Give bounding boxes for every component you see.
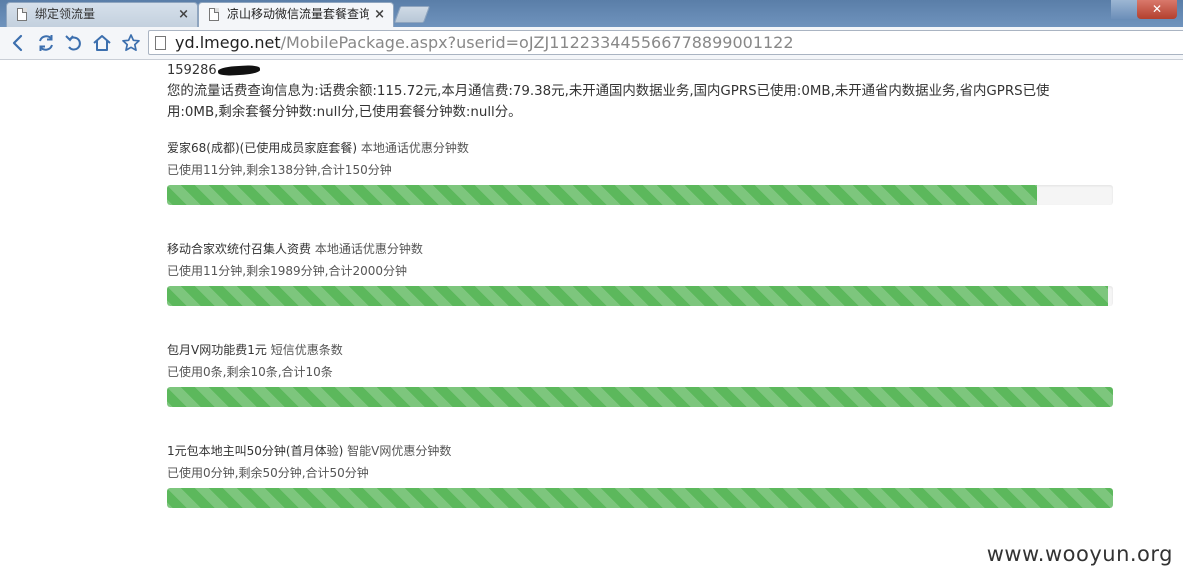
- package-type: 本地通话优惠分钟数: [360, 141, 469, 155]
- usage-progress-bar: [167, 387, 1113, 407]
- tab-title: 凉山移动微信流量套餐查询: [227, 7, 369, 21]
- redaction-mark: [217, 64, 260, 77]
- package-title: 爱家68(成都)(已使用成员家庭套餐) 本地通话优惠分钟数: [167, 139, 1113, 157]
- package-item: 1元包本地主叫50分钟(首月体验) 智能V网优惠分钟数 已使用0分钟,剩余50分…: [167, 442, 1113, 508]
- usage-progress-bar: [167, 185, 1113, 205]
- package-usage: 已使用11分钟,剩余138分钟,合计150分钟: [167, 163, 392, 177]
- tab-bind-traffic[interactable]: 绑定领流量 ×: [6, 2, 198, 27]
- url-text[interactable]: yd.lmego.net/MobilePackage.aspx?userid=o…: [175, 31, 794, 54]
- phone-number: 159286: [167, 63, 260, 78]
- package-type: 短信优惠条数: [270, 343, 343, 357]
- progress-fill: [167, 185, 1038, 205]
- package-item: 包月V网功能费1元 短信优惠条数 已使用0条,剩余10条,合计10条: [167, 341, 1113, 407]
- package-type: 本地通话优惠分钟数: [314, 242, 423, 256]
- package-usage: 已使用0条,剩余10条,合计10条: [167, 365, 333, 379]
- progress-fill: [167, 387, 1113, 407]
- package-name: 移动合家欢统付召集人资费: [167, 242, 312, 256]
- new-tab-button[interactable]: [393, 6, 431, 23]
- url-host: yd.lmego.net: [175, 33, 281, 52]
- usage-progress-bar: [167, 488, 1113, 508]
- window-close-button[interactable]: ✕: [1137, 0, 1177, 19]
- package-title: 移动合家欢统付召集人资费 本地通话优惠分钟数: [167, 240, 1113, 258]
- package-usage: 已使用11分钟,剩余1989分钟,合计2000分钟: [167, 264, 407, 278]
- reload-icon[interactable]: [34, 31, 58, 55]
- undo-icon[interactable]: [62, 31, 86, 55]
- back-arrow-icon[interactable]: [6, 31, 30, 55]
- bookmark-star-icon[interactable]: [119, 31, 143, 55]
- page-icon: [155, 36, 166, 50]
- package-item: 爱家68(成都)(已使用成员家庭套餐) 本地通话优惠分钟数 已使用11分钟,剩余…: [167, 139, 1113, 205]
- package-usage: 已使用0分钟,剩余50分钟,合计50分钟: [167, 466, 369, 480]
- close-icon[interactable]: ×: [374, 3, 385, 26]
- page-icon: [17, 8, 27, 21]
- url-path: /MobilePackage.aspx?userid=oJZJ112233445…: [280, 33, 794, 52]
- query-summary: 您的流量话费查询信息为:话费余额:115.72元,本月通信费:79.38元,未开…: [167, 84, 1050, 120]
- phone-prefix: 159286: [167, 63, 217, 78]
- usage-progress-bar: [167, 286, 1113, 306]
- home-icon[interactable]: [90, 31, 114, 55]
- package-item: 移动合家欢统付召集人资费 本地通话优惠分钟数 已使用11分钟,剩余1989分钟,…: [167, 240, 1113, 306]
- window-controls: ✕: [1083, 0, 1183, 20]
- progress-fill: [167, 488, 1113, 508]
- watermark: www.wooyun.org: [986, 542, 1173, 566]
- package-name: 1元包本地主叫50分钟(首月体验): [167, 444, 344, 458]
- package-type: 智能V网优惠分钟数: [347, 444, 452, 458]
- browser-toolbar: yd.lmego.net/MobilePackage.aspx?userid=o…: [0, 27, 1183, 60]
- page-icon: [209, 8, 219, 21]
- package-title: 包月V网功能费1元 短信优惠条数: [167, 341, 1113, 359]
- package-name: 包月V网功能费1元: [167, 343, 267, 357]
- tab-strip: 绑定领流量 × 凉山移动微信流量套餐查询 × ✕: [0, 0, 1183, 27]
- package-title: 1元包本地主叫50分钟(首月体验) 智能V网优惠分钟数: [167, 442, 1113, 460]
- close-icon[interactable]: ×: [178, 3, 189, 26]
- tab-package-query[interactable]: 凉山移动微信流量套餐查询 ×: [198, 2, 394, 27]
- progress-fill: [167, 286, 1109, 306]
- maximize-button[interactable]: [1111, 0, 1137, 19]
- address-bar[interactable]: yd.lmego.net/MobilePackage.aspx?userid=o…: [148, 30, 1183, 55]
- package-name: 爱家68(成都)(已使用成员家庭套餐): [167, 141, 357, 155]
- tab-title: 绑定领流量: [35, 7, 96, 21]
